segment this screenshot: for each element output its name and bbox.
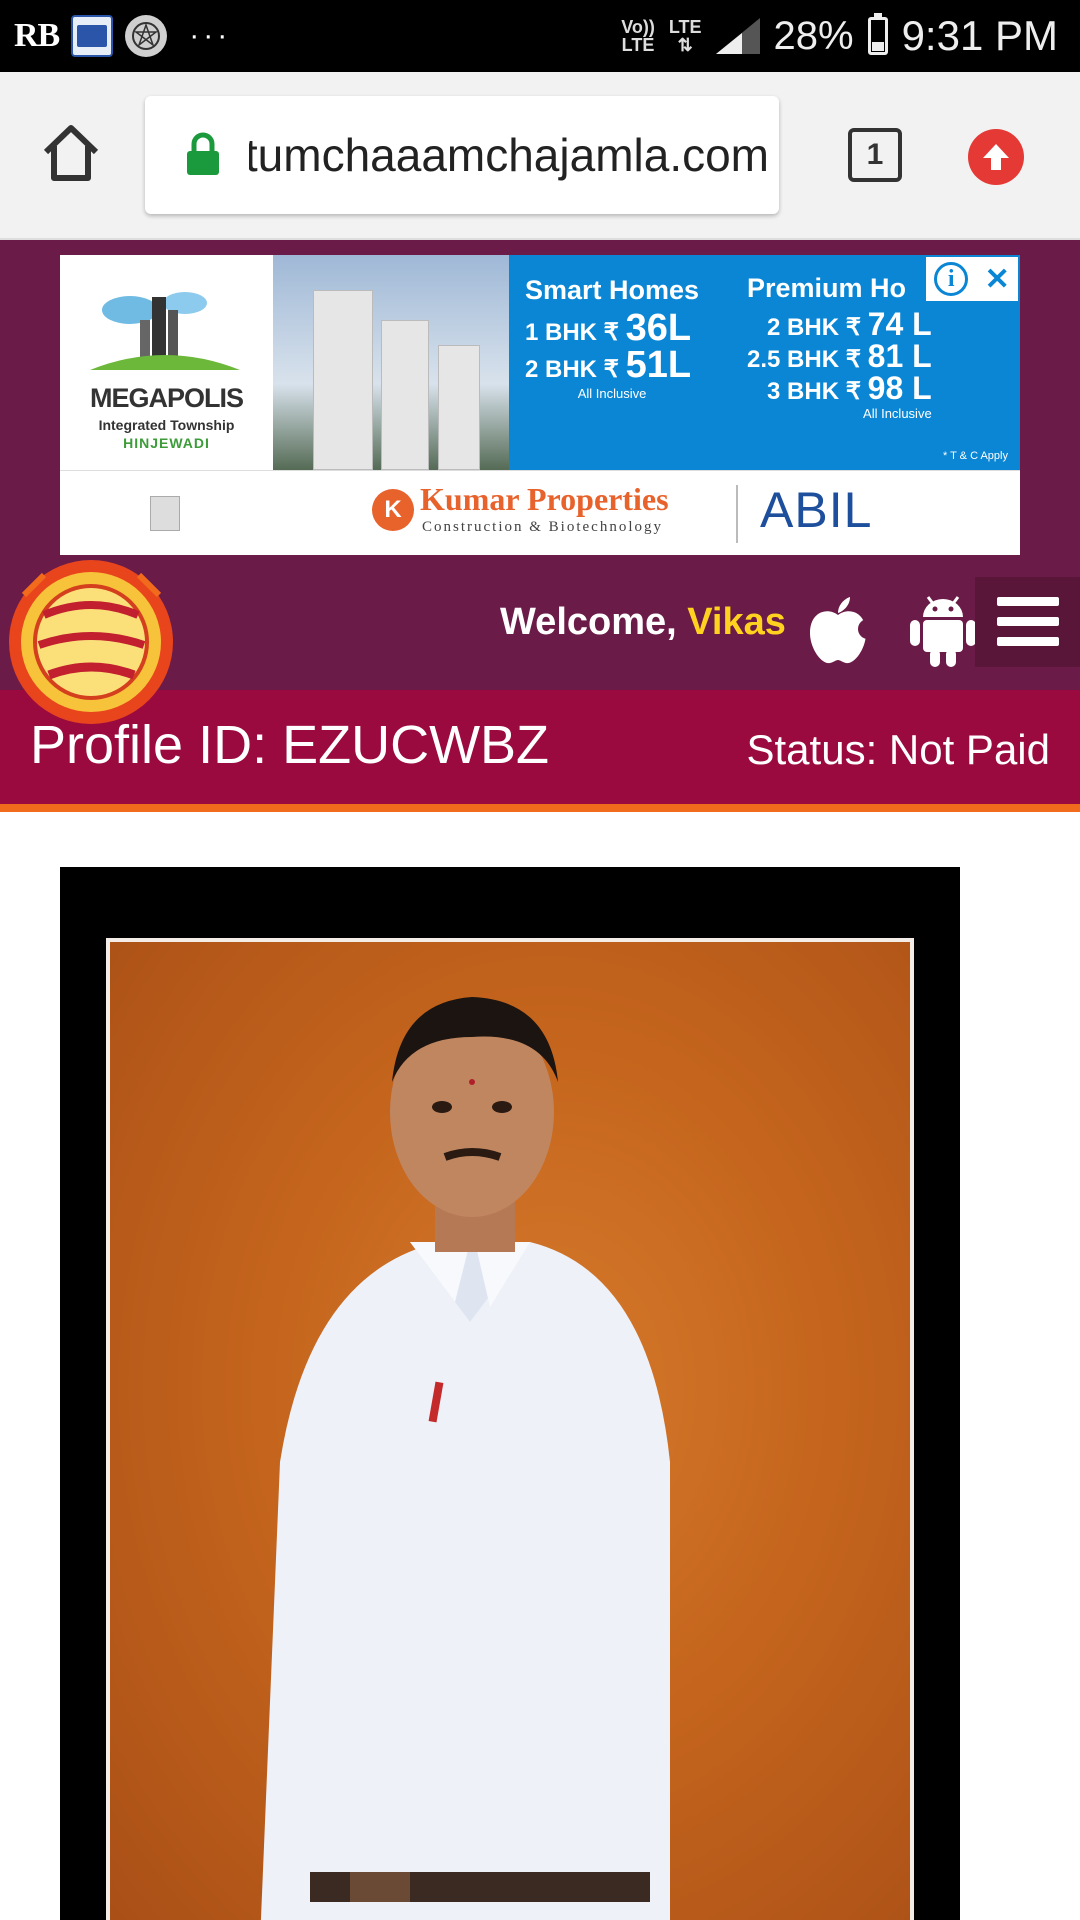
- site-nav: Welcome, Vikas: [0, 560, 1080, 724]
- battery-icon: [867, 13, 888, 55]
- android-icon[interactable]: [908, 593, 978, 667]
- kumar-properties-logo-icon: K: [372, 489, 414, 531]
- ad-premium-homes-heading: Premium Ho: [747, 273, 907, 303]
- lock-icon: [187, 132, 219, 175]
- status-bar-notifications: RB ···: [14, 0, 231, 72]
- ad-small-logo: [150, 496, 180, 531]
- ad-brand-location: HINJEWADI: [123, 435, 210, 451]
- ad-close-icon[interactable]: ✕: [985, 262, 1010, 297]
- ad-terms: * T & C Apply: [942, 450, 1008, 462]
- ad-developer-name: Kumar Properties: [420, 481, 669, 517]
- apple-icon[interactable]: [806, 595, 870, 665]
- browser-toolbar: tumchaaamchajamla.com 1: [0, 72, 1080, 240]
- home-icon[interactable]: [38, 120, 104, 186]
- site-logo[interactable]: [4, 555, 179, 730]
- ad-footer: K Kumar Properties Construction & Biotec…: [60, 470, 1020, 555]
- battery-percent: 28%: [773, 13, 854, 58]
- update-available-icon[interactable]: [968, 129, 1024, 185]
- clock: 9:31 PM: [901, 12, 1058, 59]
- status-bar: RB ··· Vo)) LTE LTE ⇅ 28% 9:31 PM: [0, 0, 1080, 72]
- rb-app-icon: RB: [14, 17, 60, 54]
- volte-indicator: Vo)) LTE: [621, 17, 655, 55]
- hamburger-menu-button[interactable]: [975, 577, 1080, 667]
- ad-divider: [736, 485, 738, 543]
- advertisement-banner[interactable]: MEGAPOLIS Integrated Township HINJEWADI …: [60, 255, 1020, 555]
- ad-price-row: 3 BHK ₹ 98 L: [767, 370, 932, 406]
- ad-partner-name: ABIL: [760, 482, 873, 538]
- ad-building-photo: [273, 255, 509, 470]
- ad-premium-homes: Premium Ho 2 BHK ₹ 74 L 2.5 BHK ₹ 81 L 3…: [747, 273, 932, 421]
- more-notifications-icon: ···: [189, 19, 232, 52]
- ad-brand-logo: MEGAPOLIS Integrated Township HINJEWADI: [60, 255, 273, 470]
- ad-developer-subtitle: Construction & Biotechnology: [422, 519, 663, 535]
- ad-brand-name: MEGAPOLIS: [89, 383, 244, 413]
- lte-indicator: LTE ⇅: [668, 17, 702, 55]
- site-header: MEGAPOLIS Integrated Township HINJEWADI …: [0, 240, 1080, 724]
- tab-switcher-button[interactable]: 1: [848, 128, 902, 182]
- welcome-message: Welcome, Vikas: [500, 601, 786, 644]
- user-name[interactable]: Vikas: [687, 601, 786, 643]
- signal-icon: [715, 18, 760, 54]
- ad-info-icon[interactable]: i: [934, 262, 969, 296]
- book-app-icon: [71, 15, 114, 57]
- status-bar-system: Vo)) LTE LTE ⇅ 28% 9:31 PM: [621, 0, 1058, 72]
- ad-note: All Inclusive: [577, 386, 647, 401]
- ad-brand-subtitle: Integrated Township: [98, 417, 235, 433]
- ad-choices[interactable]: i ✕: [926, 257, 1018, 301]
- url-text[interactable]: tumchaaamchajamla.com: [249, 96, 769, 214]
- payment-status: Status: Not Paid: [746, 726, 1051, 773]
- ad-smart-homes: Smart Homes 1 BHK ₹ 36L 2 BHK ₹ 51L All …: [525, 275, 699, 401]
- ad-price-row: 2 BHK ₹ 51L: [525, 344, 692, 386]
- profile-photo-image: [106, 938, 914, 1920]
- sports-app-icon: [125, 15, 168, 57]
- megapolis-logo-graphic: [90, 292, 240, 370]
- person-illustration: [260, 997, 670, 1920]
- ad-smart-homes-heading: Smart Homes: [525, 275, 700, 305]
- profile-photo[interactable]: [60, 867, 960, 1920]
- ad-note: All Inclusive: [863, 406, 932, 421]
- ad-pricing-panel: Smart Homes 1 BHK ₹ 36L 2 BHK ₹ 51L All …: [509, 255, 1020, 470]
- welcome-prefix: Welcome,: [500, 601, 677, 643]
- address-bar[interactable]: tumchaaamchajamla.com: [145, 96, 779, 214]
